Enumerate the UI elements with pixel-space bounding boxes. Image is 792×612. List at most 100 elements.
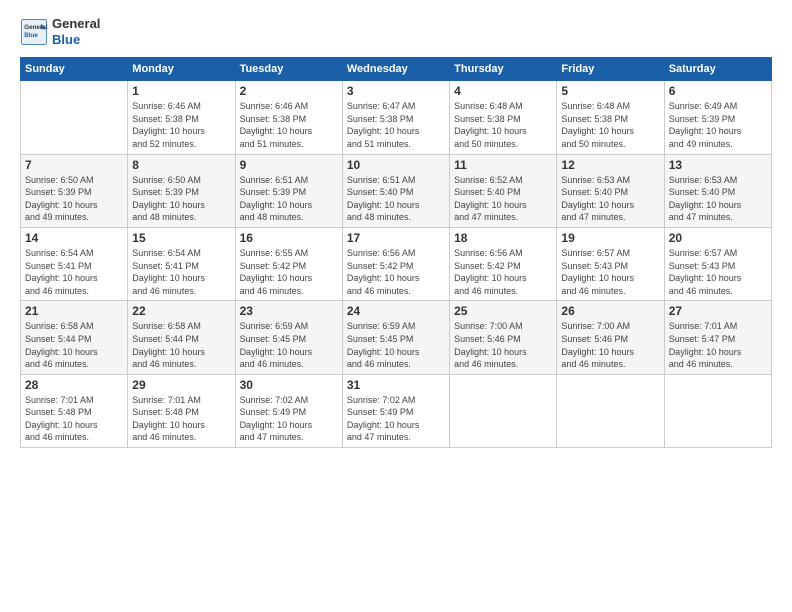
calendar-cell: 7 Sunrise: 6:50 AM Sunset: 5:39 PM Daylig… <box>21 154 128 227</box>
logo-icon: General Blue <box>20 18 48 46</box>
calendar-cell: 30Sunrise: 7:02 AM Sunset: 5:49 PM Dayli… <box>235 374 342 447</box>
day-info: Sunrise: 7:00 AM Sunset: 5:46 PM Dayligh… <box>561 320 659 370</box>
day-info: Sunrise: 6:50 AM Sunset: 5:39 PM Dayligh… <box>132 174 230 224</box>
week-row-1: 1 Sunrise: 6:46 AM Sunset: 5:38 PM Daylig… <box>21 81 772 154</box>
day-info: Sunrise: 7:00 AM Sunset: 5:46 PM Dayligh… <box>454 320 552 370</box>
day-header-sunday: Sunday <box>21 58 128 81</box>
day-info: Sunrise: 6:56 AM Sunset: 5:42 PM Dayligh… <box>347 247 445 297</box>
day-number: 15 <box>132 231 230 245</box>
calendar-cell: 23 Sunrise: 6:59 AM Sunset: 5:45 PM Dayli… <box>235 301 342 374</box>
calendar-cell: 1Sunrise: 6:46 AM Sunset: 5:38 PM Daylig… <box>128 81 235 154</box>
day-info: Sunrise: 6:51 AM Sunset: 5:40 PM Dayligh… <box>347 174 445 224</box>
day-info: Sunrise: 6:48 AM Sunset: 5:38 PM Dayligh… <box>454 100 552 150</box>
calendar-cell: 27 Sunrise: 7:01 AM Sunset: 5:47 PM Dayli… <box>664 301 771 374</box>
day-info: Sunrise: 6:50 AM Sunset: 5:39 PM Dayligh… <box>25 174 123 224</box>
calendar-cell <box>21 81 128 154</box>
day-info: Sunrise: 7:01 AM Sunset: 5:48 PM Dayligh… <box>132 394 230 444</box>
calendar-cell: 2 Sunrise: 6:46 AM Sunset: 5:38 PM Daylig… <box>235 81 342 154</box>
day-number: 23 <box>240 304 338 318</box>
day-info: Sunrise: 6:48 AM Sunset: 5:38 PM Dayligh… <box>561 100 659 150</box>
day-number: 27 <box>669 304 767 318</box>
day-info: Sunrise: 6:47 AM Sunset: 5:38 PM Dayligh… <box>347 100 445 150</box>
logo-text: General Blue <box>52 16 100 47</box>
day-number: 5 <box>561 84 659 98</box>
day-number: 8 <box>132 158 230 172</box>
day-header-monday: Monday <box>128 58 235 81</box>
day-number: 26 <box>561 304 659 318</box>
day-number: 21 <box>25 304 123 318</box>
page: General Blue General Blue SundayMondayTu… <box>0 0 792 612</box>
calendar-cell: 12 Sunrise: 6:53 AM Sunset: 5:40 PM Dayli… <box>557 154 664 227</box>
day-number: 6 <box>669 84 767 98</box>
calendar-cell: 25 Sunrise: 7:00 AM Sunset: 5:46 PM Dayli… <box>450 301 557 374</box>
calendar-cell: 31 Sunrise: 7:02 AM Sunset: 5:49 PM Dayli… <box>342 374 449 447</box>
day-info: Sunrise: 6:53 AM Sunset: 5:40 PM Dayligh… <box>669 174 767 224</box>
calendar-cell: 4 Sunrise: 6:48 AM Sunset: 5:38 PM Daylig… <box>450 81 557 154</box>
day-info: Sunrise: 6:59 AM Sunset: 5:45 PM Dayligh… <box>240 320 338 370</box>
day-header-friday: Friday <box>557 58 664 81</box>
calendar-header-row: SundayMondayTuesdayWednesdayThursdayFrid… <box>21 58 772 81</box>
day-info: Sunrise: 6:53 AM Sunset: 5:40 PM Dayligh… <box>561 174 659 224</box>
day-info: Sunrise: 7:02 AM Sunset: 5:49 PM Dayligh… <box>347 394 445 444</box>
day-number: 24 <box>347 304 445 318</box>
calendar-cell: 8 Sunrise: 6:50 AM Sunset: 5:39 PM Daylig… <box>128 154 235 227</box>
calendar-cell: 19Sunrise: 6:57 AM Sunset: 5:43 PM Dayli… <box>557 227 664 300</box>
day-info: Sunrise: 6:54 AM Sunset: 5:41 PM Dayligh… <box>132 247 230 297</box>
calendar-cell: 26 Sunrise: 7:00 AM Sunset: 5:46 PM Dayli… <box>557 301 664 374</box>
week-row-5: 28 Sunrise: 7:01 AM Sunset: 5:48 PM Dayli… <box>21 374 772 447</box>
day-number: 14 <box>25 231 123 245</box>
calendar-cell: 28 Sunrise: 7:01 AM Sunset: 5:48 PM Dayli… <box>21 374 128 447</box>
day-number: 2 <box>240 84 338 98</box>
day-number: 28 <box>25 378 123 392</box>
week-row-2: 7 Sunrise: 6:50 AM Sunset: 5:39 PM Daylig… <box>21 154 772 227</box>
day-number: 16 <box>240 231 338 245</box>
calendar-cell: 29Sunrise: 7:01 AM Sunset: 5:48 PM Dayli… <box>128 374 235 447</box>
calendar-cell: 9Sunrise: 6:51 AM Sunset: 5:39 PM Daylig… <box>235 154 342 227</box>
day-number: 4 <box>454 84 552 98</box>
day-info: Sunrise: 6:54 AM Sunset: 5:41 PM Dayligh… <box>25 247 123 297</box>
calendar-cell: 15 Sunrise: 6:54 AM Sunset: 5:41 PM Dayli… <box>128 227 235 300</box>
day-header-saturday: Saturday <box>664 58 771 81</box>
calendar-cell: 14 Sunrise: 6:54 AM Sunset: 5:41 PM Dayli… <box>21 227 128 300</box>
day-info: Sunrise: 6:55 AM Sunset: 5:42 PM Dayligh… <box>240 247 338 297</box>
day-info: Sunrise: 6:58 AM Sunset: 5:44 PM Dayligh… <box>132 320 230 370</box>
day-number: 1 <box>132 84 230 98</box>
day-header-thursday: Thursday <box>450 58 557 81</box>
calendar-cell: 11 Sunrise: 6:52 AM Sunset: 5:40 PM Dayli… <box>450 154 557 227</box>
week-row-4: 21 Sunrise: 6:58 AM Sunset: 5:44 PM Dayli… <box>21 301 772 374</box>
day-number: 20 <box>669 231 767 245</box>
calendar-cell: 24Sunrise: 6:59 AM Sunset: 5:45 PM Dayli… <box>342 301 449 374</box>
day-info: Sunrise: 6:51 AM Sunset: 5:39 PM Dayligh… <box>240 174 338 224</box>
day-info: Sunrise: 7:01 AM Sunset: 5:47 PM Dayligh… <box>669 320 767 370</box>
calendar-cell: 17Sunrise: 6:56 AM Sunset: 5:42 PM Dayli… <box>342 227 449 300</box>
calendar-cell: 21 Sunrise: 6:58 AM Sunset: 5:44 PM Dayli… <box>21 301 128 374</box>
day-header-tuesday: Tuesday <box>235 58 342 81</box>
day-info: Sunrise: 6:57 AM Sunset: 5:43 PM Dayligh… <box>669 247 767 297</box>
day-info: Sunrise: 6:49 AM Sunset: 5:39 PM Dayligh… <box>669 100 767 150</box>
calendar: SundayMondayTuesdayWednesdayThursdayFrid… <box>20 57 772 448</box>
day-info: Sunrise: 6:56 AM Sunset: 5:42 PM Dayligh… <box>454 247 552 297</box>
svg-text:Blue: Blue <box>24 31 38 38</box>
day-number: 11 <box>454 158 552 172</box>
calendar-cell: 18 Sunrise: 6:56 AM Sunset: 5:42 PM Dayli… <box>450 227 557 300</box>
day-header-wednesday: Wednesday <box>342 58 449 81</box>
day-number: 31 <box>347 378 445 392</box>
logo: General Blue General Blue <box>20 16 100 47</box>
day-info: Sunrise: 6:52 AM Sunset: 5:40 PM Dayligh… <box>454 174 552 224</box>
calendar-cell <box>664 374 771 447</box>
week-row-3: 14 Sunrise: 6:54 AM Sunset: 5:41 PM Dayli… <box>21 227 772 300</box>
calendar-cell: 3Sunrise: 6:47 AM Sunset: 5:38 PM Daylig… <box>342 81 449 154</box>
calendar-cell: 20 Sunrise: 6:57 AM Sunset: 5:43 PM Dayli… <box>664 227 771 300</box>
day-number: 19 <box>561 231 659 245</box>
day-number: 7 <box>25 158 123 172</box>
day-number: 12 <box>561 158 659 172</box>
day-number: 25 <box>454 304 552 318</box>
day-number: 18 <box>454 231 552 245</box>
day-info: Sunrise: 6:46 AM Sunset: 5:38 PM Dayligh… <box>240 100 338 150</box>
day-info: Sunrise: 7:01 AM Sunset: 5:48 PM Dayligh… <box>25 394 123 444</box>
day-info: Sunrise: 6:58 AM Sunset: 5:44 PM Dayligh… <box>25 320 123 370</box>
day-number: 30 <box>240 378 338 392</box>
day-number: 22 <box>132 304 230 318</box>
calendar-cell: 22 Sunrise: 6:58 AM Sunset: 5:44 PM Dayli… <box>128 301 235 374</box>
calendar-cell <box>450 374 557 447</box>
